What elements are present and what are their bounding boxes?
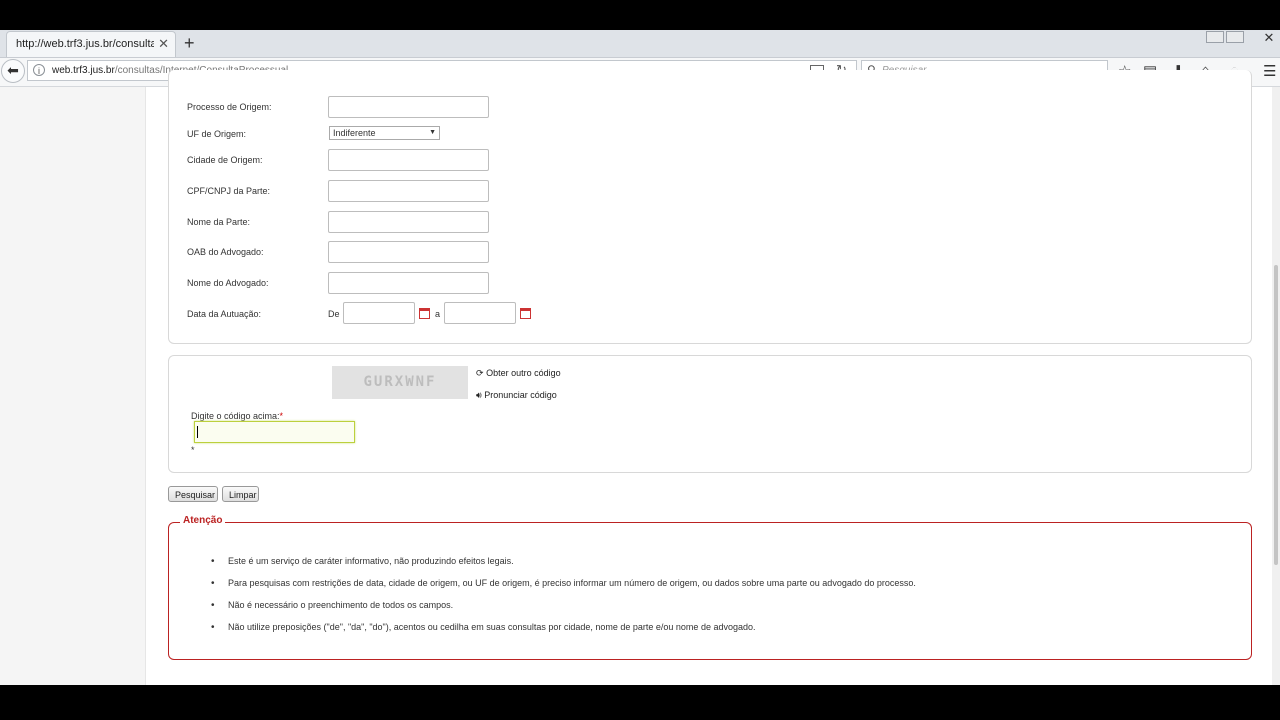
oab-input[interactable] bbox=[328, 241, 489, 263]
uf-origem-select[interactable]: Indiferente ▼ bbox=[329, 126, 440, 140]
captcha-footnote: * bbox=[191, 445, 195, 455]
nome-advogado-input[interactable] bbox=[328, 272, 489, 294]
cidade-origem-input[interactable] bbox=[328, 149, 489, 171]
tab-title: http://web.trf3.jus.br/consultas/I bbox=[16, 38, 154, 50]
pronunciar-codigo-link[interactable]: 🔊︎ Pronunciar código bbox=[476, 390, 557, 401]
pesquisar-button[interactable]: Pesquisar bbox=[168, 486, 218, 502]
menu-icon[interactable]: ☰ bbox=[1263, 62, 1276, 80]
scrollbar-thumb[interactable] bbox=[1274, 265, 1278, 565]
label-cidade-origem: Cidade de Origem: bbox=[187, 155, 263, 165]
maximize-button[interactable] bbox=[1226, 31, 1244, 43]
atencao-item: Para pesquisas com restrições de data, c… bbox=[211, 578, 916, 589]
calendar-icon[interactable] bbox=[419, 308, 430, 319]
label-processo-origem: Processo de Origem: bbox=[187, 102, 272, 112]
browser-tab[interactable]: http://web.trf3.jus.br/consultas/I ✕ bbox=[6, 31, 176, 57]
atencao-item: Não utilize preposições ("de", "da", "do… bbox=[211, 622, 755, 633]
label-nome-advogado: Nome do Advogado: bbox=[187, 278, 269, 288]
obter-outro-codigo-link[interactable]: ⟳ Obter outro código bbox=[476, 368, 561, 379]
label-nome-parte: Nome da Parte: bbox=[187, 217, 251, 227]
back-button[interactable]: ⬅ bbox=[1, 59, 25, 83]
close-window-button[interactable]: ✕ bbox=[1258, 30, 1280, 45]
dropdown-arrow-icon: ▼ bbox=[429, 129, 436, 136]
window-bottom-bar bbox=[0, 685, 1280, 720]
window-top-bar bbox=[0, 0, 1280, 30]
nome-parte-input[interactable] bbox=[328, 211, 489, 233]
label-a: a bbox=[435, 309, 441, 319]
captcha-code-input[interactable] bbox=[194, 421, 355, 443]
label-de: De bbox=[328, 309, 340, 319]
atencao-title: Atenção bbox=[180, 515, 226, 526]
atencao-item: Não é necessário o preenchimento de todo… bbox=[211, 600, 453, 611]
refresh-icon: ⟳ bbox=[476, 368, 484, 378]
label-data-autuacao: Data da Autuação: bbox=[187, 309, 262, 319]
speaker-icon: 🔊︎ bbox=[476, 390, 482, 400]
minimize-button[interactable] bbox=[1206, 31, 1224, 43]
info-icon[interactable]: i bbox=[33, 64, 45, 76]
required-asterisk: * bbox=[279, 411, 284, 421]
captcha-image: GURXWNF bbox=[332, 366, 468, 399]
data-fim-input[interactable] bbox=[444, 302, 516, 324]
new-tab-button[interactable]: + bbox=[184, 33, 195, 54]
text-caret bbox=[197, 426, 198, 438]
processo-origem-input[interactable] bbox=[328, 96, 489, 118]
label-uf-origem: UF de Origem: bbox=[187, 129, 247, 139]
atencao-item: Este é um serviço de caráter informativo… bbox=[211, 556, 514, 567]
data-inicio-input[interactable] bbox=[343, 302, 415, 324]
atencao-box bbox=[168, 522, 1252, 660]
calendar-icon[interactable] bbox=[520, 308, 531, 319]
uf-origem-value: Indiferente bbox=[333, 128, 376, 138]
close-tab-icon[interactable]: ✕ bbox=[158, 36, 169, 52]
back-arrow-icon: ⬅ bbox=[7, 62, 19, 78]
captcha-label: Digite o código acima:* bbox=[191, 411, 284, 421]
page-left-margin bbox=[0, 87, 146, 685]
cpf-cnpj-input[interactable] bbox=[328, 180, 489, 202]
label-oab: OAB do Advogado: bbox=[187, 247, 264, 257]
label-cpf-cnpj: CPF/CNPJ da Parte: bbox=[187, 186, 271, 196]
limpar-button[interactable]: Limpar bbox=[222, 486, 259, 502]
captcha-panel bbox=[168, 355, 1252, 473]
